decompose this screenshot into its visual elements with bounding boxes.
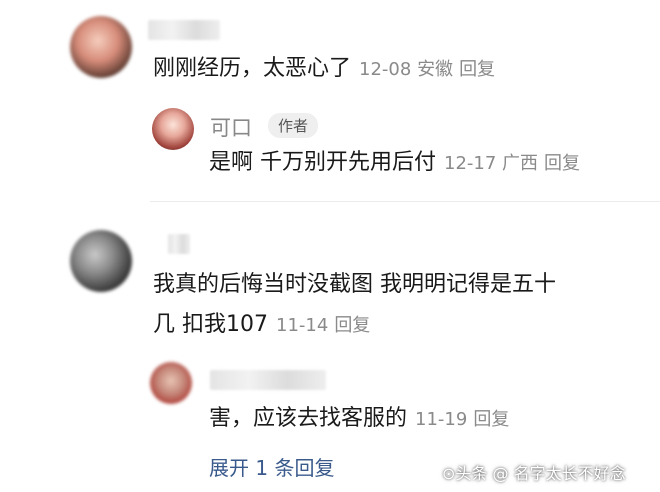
- avatar[interactable]: [150, 362, 192, 404]
- author-name[interactable]: 可口: [210, 112, 252, 142]
- author-badge: 作者: [268, 113, 319, 138]
- comment-location: 安徽: [417, 59, 454, 80]
- username-blurred: [168, 234, 190, 254]
- reply-text: 是啊 千万别开先用后付 12-17 广西 回复: [209, 148, 580, 179]
- expand-replies-button[interactable]: 展开 1 条回复: [209, 452, 334, 481]
- comment-body: 刚刚经历，太恶心了: [153, 56, 352, 81]
- avatar[interactable]: [70, 230, 132, 292]
- comment-body: 几 扣我107: [153, 312, 268, 337]
- comment-date: 11-14: [276, 315, 329, 336]
- comment-date: 12-08: [359, 59, 412, 80]
- username-blurred: [210, 370, 326, 390]
- comment-text: 刚刚经历，太恶心了 12-08 安徽 回复: [153, 54, 495, 85]
- comment-text-line1: 我真的后悔当时没截图 我明明记得是五十: [153, 272, 556, 297]
- reply-date: 12-17: [444, 153, 497, 174]
- watermark: ⊙头条 @ 名字太长不好念: [442, 464, 626, 483]
- reply-button[interactable]: 回复: [544, 153, 580, 174]
- avatar-author[interactable]: [152, 108, 194, 150]
- reply-button[interactable]: 回复: [473, 409, 509, 430]
- avatar[interactable]: [70, 16, 132, 78]
- reply-button[interactable]: 回复: [334, 315, 370, 336]
- comment-text-line2: 几 扣我107 11-14 回复: [153, 310, 370, 341]
- divider: [150, 201, 660, 202]
- reply-text: 害，应该去找客服的 11-19 回复: [209, 404, 509, 435]
- username-blurred: [148, 20, 220, 40]
- reply-body: 害，应该去找客服的: [209, 406, 408, 431]
- reply-body: 是啊 千万别开先用后付: [209, 150, 436, 175]
- reply-location: 广西: [502, 153, 539, 174]
- reply-date: 11-19: [415, 409, 468, 430]
- reply-button[interactable]: 回复: [459, 59, 495, 80]
